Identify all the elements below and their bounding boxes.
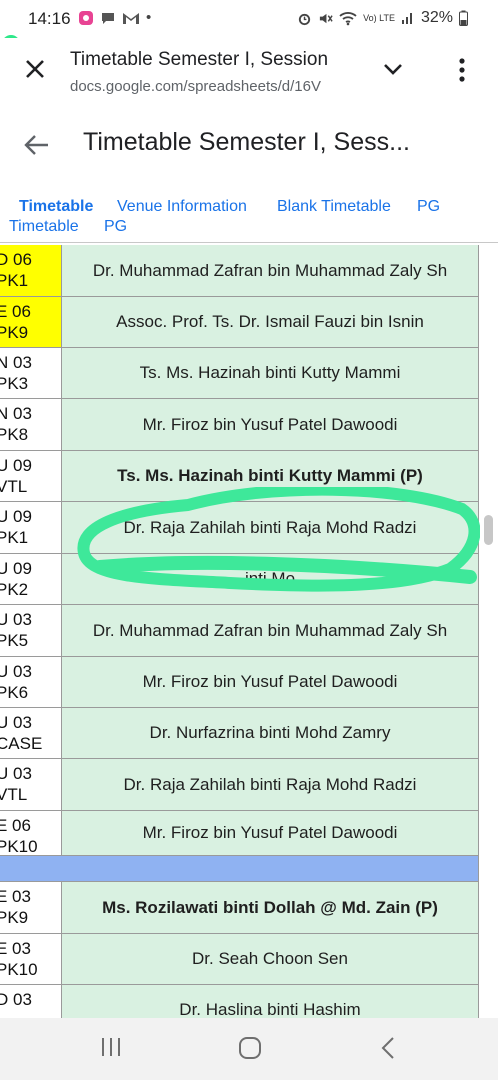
browser-page-title: Timetable Semester I, Session: [70, 49, 329, 70]
lecturer-cell[interactable]: Dr. Raja Zahilah binti Raja Mohd Radzi: [62, 502, 478, 553]
table-row[interactable]: U 03PK5 Dr. Muhammad Zafran bin Muhammad…: [0, 605, 478, 657]
table-row[interactable]: E 06PK9 Assoc. Prof. Ts. Dr. Ismail Fauz…: [0, 297, 478, 348]
more-notifications-dot: •: [146, 9, 152, 26]
table-row[interactable]: U 03VTL Dr. Raja Zahilah binti Raja Mohd…: [0, 759, 478, 811]
course-code-cell[interactable]: N 03PK8: [0, 399, 62, 450]
system-nav-bar: [0, 1018, 498, 1080]
browser-toolbar: Timetable Semester I, Session docs.googl…: [0, 38, 498, 109]
table-row[interactable]: D 06PK1 Dr. Muhammad Zafran bin Muhammad…: [0, 245, 478, 297]
lecturer-cell[interactable]: Mr. Firoz bin Yusuf Patel Dawoodi: [62, 811, 478, 855]
tab-timetable[interactable]: Timetable: [19, 198, 93, 216]
tab-timetable-continued[interactable]: Timetable: [9, 218, 79, 236]
lecturer-cell[interactable]: Ts. Ms. Hazinah binti Kutty Mammi (P): [62, 451, 478, 501]
chat-bubble-icon: [102, 12, 114, 24]
course-code-cell[interactable]: E 06PK10: [0, 811, 62, 855]
lecturer-cell[interactable]: Mr. Firoz bin Yusuf Patel Dawoodi: [62, 399, 478, 450]
course-code-cell[interactable]: U 09VTL: [0, 451, 62, 501]
tab-venue-information[interactable]: Venue Information: [117, 198, 247, 216]
separator-row[interactable]: [0, 856, 478, 882]
table-row[interactable]: U 09VTL Ts. Ms. Hazinah binti Kutty Mamm…: [0, 451, 478, 502]
table-row[interactable]: E 03PK9 Ms. Rozilawati binti Dollah @ Md…: [0, 882, 478, 934]
course-code-cell[interactable]: U 09PK1: [0, 502, 62, 553]
mute-icon: [319, 13, 333, 23]
browser-url[interactable]: docs.google.com/spreadsheets/d/16V: [70, 78, 360, 95]
system-icons: Vo) LTE 32%: [297, 9, 468, 27]
lecturer-cell[interactable]: Ts. Ms. Hazinah binti Kutty Mammi: [62, 348, 478, 398]
grid-right-border: [478, 245, 479, 1018]
lecturer-cell[interactable]: Dr. Haslina binti Hashim: [62, 985, 478, 1018]
signal-icon: [401, 13, 412, 24]
more-options-icon[interactable]: [456, 58, 468, 82]
tab-pg-continued[interactable]: PG: [104, 218, 127, 236]
sheet-title: Timetable Semester I, Sess...: [83, 128, 410, 156]
lecturer-cell[interactable]: Assoc. Prof. Ts. Dr. Ismail Fauzi bin Is…: [62, 297, 478, 347]
course-code-cell[interactable]: U 03PK5: [0, 605, 62, 656]
battery-icon: [459, 10, 468, 26]
tab-pg[interactable]: PG: [417, 198, 440, 216]
course-code-cell[interactable]: E 06PK9: [0, 297, 62, 347]
table-row[interactable]: U 03PK6 Mr. Firoz bin Yusuf Patel Dawood…: [0, 657, 478, 708]
lecturer-cell[interactable]: Dr. Nurfazrina binti Mohd Zamry: [62, 708, 478, 758]
table-row[interactable]: N 03PK8 Mr. Firoz bin Yusuf Patel Dawood…: [0, 399, 478, 451]
course-code-cell[interactable]: U 03CASE: [0, 708, 62, 758]
course-code-cell[interactable]: E 03PK10: [0, 934, 62, 984]
course-code-cell[interactable]: U 09PK2: [0, 554, 62, 604]
table-row[interactable]: E 03PK10 Dr. Seah Choon Sen: [0, 934, 478, 985]
table-row[interactable]: N 03PK3 Ts. Ms. Hazinah binti Kutty Mamm…: [0, 348, 478, 399]
wifi-icon: [339, 11, 357, 25]
course-code-cell[interactable]: E 03PK9: [0, 882, 62, 933]
course-code-cell[interactable]: D 03: [0, 985, 62, 1018]
course-code-cell[interactable]: N 03PK3: [0, 348, 62, 398]
table-row[interactable]: U 03CASE Dr. Nurfazrina binti Mohd Zamry: [0, 708, 478, 759]
sheet-tabs: Timetable Timetable Venue Information PG…: [0, 184, 498, 243]
chevron-down-icon[interactable]: [383, 62, 403, 76]
table-row[interactable]: D 03 Dr. Haslina binti Hashim: [0, 985, 478, 1018]
lecturer-cell[interactable]: Dr. Muhammad Zafran bin Muhammad Zaly Sh: [62, 245, 478, 296]
table-row[interactable]: U 09PK1 Dr. Raja Zahilah binti Raja Mohd…: [0, 502, 478, 554]
lecturer-cell[interactable]: ...inti Mo...: [62, 554, 478, 604]
back-icon[interactable]: [380, 1036, 396, 1060]
tab-blank-timetable[interactable]: Blank Timetable: [277, 198, 391, 216]
lecturer-cell[interactable]: Dr. Seah Choon Sen: [62, 934, 478, 984]
close-icon[interactable]: [24, 58, 46, 80]
table-row[interactable]: E 06PK10 Mr. Firoz bin Yusuf Patel Dawoo…: [0, 811, 478, 856]
timetable-grid[interactable]: D 06PK1 Dr. Muhammad Zafran bin Muhammad…: [0, 245, 498, 1018]
course-code-cell[interactable]: U 03VTL: [0, 759, 62, 810]
scrollbar-thumb[interactable]: [484, 515, 493, 545]
network-type: Vo) LTE: [363, 12, 395, 23]
course-code-cell[interactable]: U 03PK6: [0, 657, 62, 707]
battery-percent: 32%: [420, 9, 453, 26]
course-code-cell[interactable]: D 06PK1: [0, 245, 62, 296]
lecturer-cell[interactable]: Ms. Rozilawati binti Dollah @ Md. Zain (…: [62, 882, 478, 933]
home-icon[interactable]: [238, 1036, 262, 1060]
lecturer-cell[interactable]: Dr. Muhammad Zafran bin Muhammad Zaly Sh: [62, 605, 478, 656]
table-row[interactable]: U 09PK2 ...inti Mo...: [0, 554, 478, 605]
app-notification-icon: [79, 10, 93, 25]
lecturer-cell[interactable]: Dr. Raja Zahilah binti Raja Mohd Radzi: [62, 759, 478, 810]
sheet-app-bar: Timetable Semester I, Sess...: [0, 108, 498, 185]
gmail-icon: [123, 12, 139, 24]
recent-apps-icon[interactable]: [100, 1036, 122, 1058]
alarm-icon: [298, 13, 311, 25]
status-time: 14:16: [28, 9, 71, 28]
notification-icons: •: [78, 9, 151, 26]
back-arrow-icon[interactable]: [24, 134, 50, 156]
status-bar: 14:16 • Vo) LTE 32%: [0, 0, 498, 38]
lecturer-cell[interactable]: Mr. Firoz bin Yusuf Patel Dawoodi: [62, 657, 478, 707]
